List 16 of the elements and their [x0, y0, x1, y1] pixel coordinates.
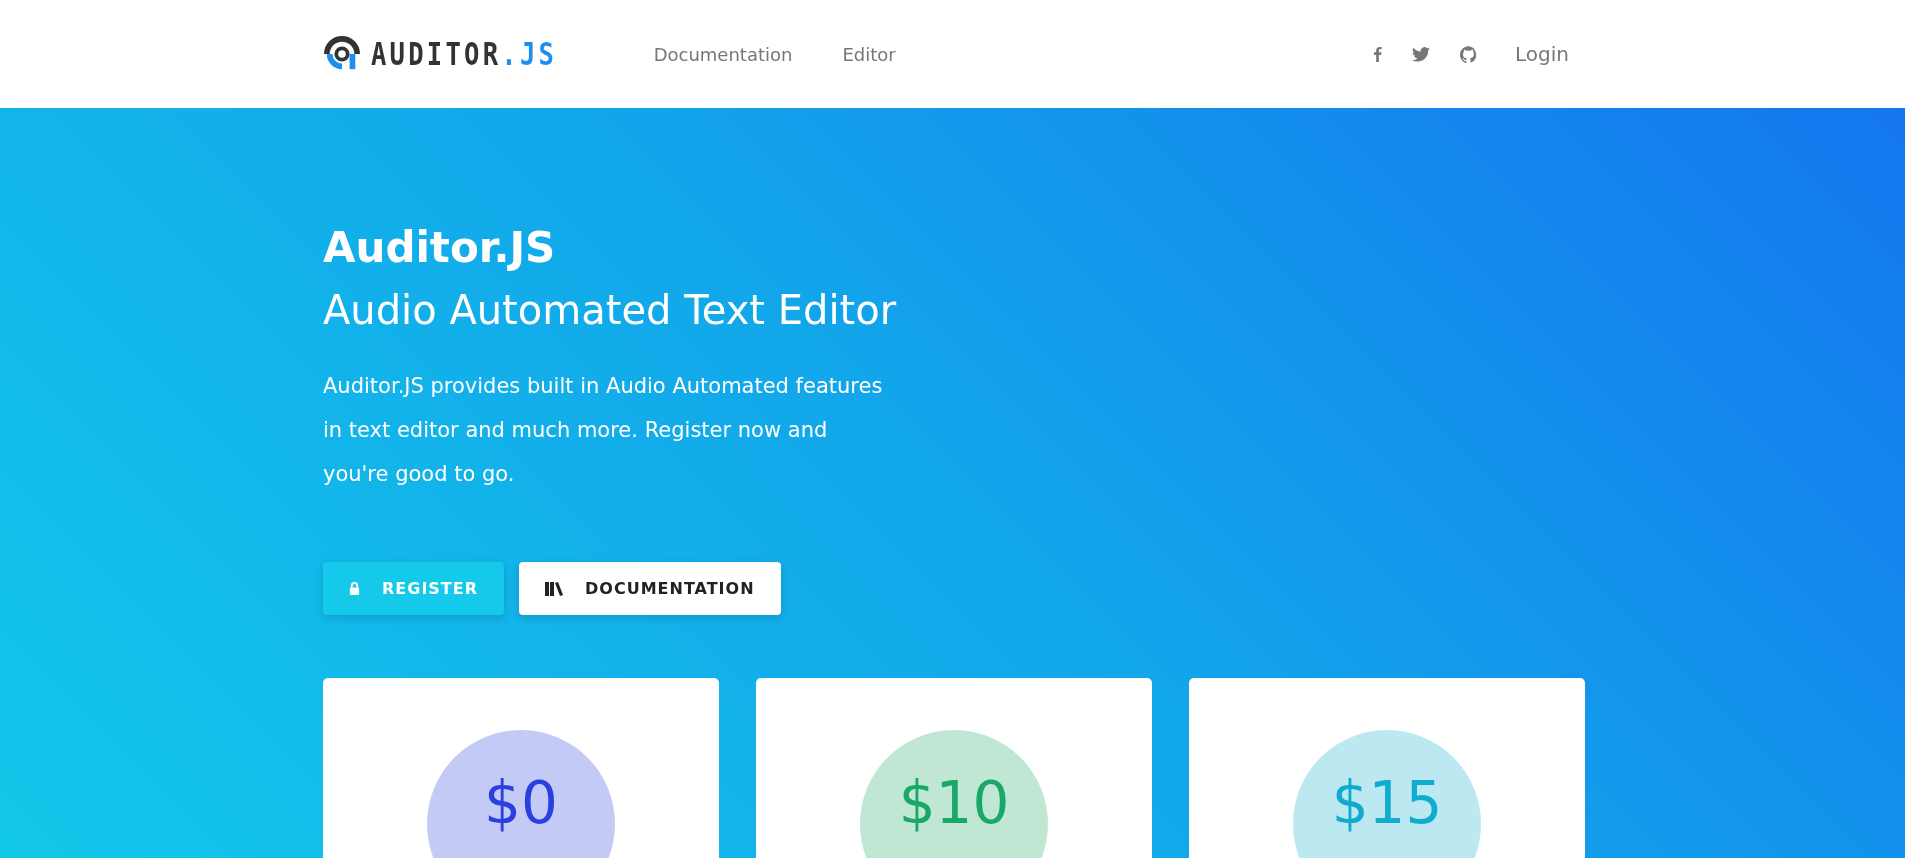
facebook-icon[interactable] — [1373, 46, 1383, 62]
hero-title: Auditor.JS — [323, 222, 557, 274]
nav-link[interactable]: Editor — [842, 43, 896, 65]
logo-text[interactable]: AUDITOR.JS — [371, 35, 558, 73]
price-text: $0 — [484, 772, 558, 839]
price-text: $10 — [898, 772, 1010, 839]
bird-icon[interactable] — [1412, 46, 1431, 62]
login-link[interactable]: Login — [1515, 42, 1569, 66]
price-text: $15 — [1331, 772, 1443, 839]
documentation-button[interactable]: DOCUMENTATION — [519, 562, 781, 615]
hero-subtitle: Audio Automated Text Editor — [323, 286, 898, 335]
lock-icon — [349, 582, 360, 595]
books-icon — [545, 581, 564, 596]
github-icon[interactable] — [1460, 45, 1478, 63]
nav-link[interactable]: Documentation — [653, 43, 793, 65]
hero-description: Auditor.JS provides built in Audio Automated features in text editor and much more. Register now and you're good to go. — [323, 373, 884, 488]
